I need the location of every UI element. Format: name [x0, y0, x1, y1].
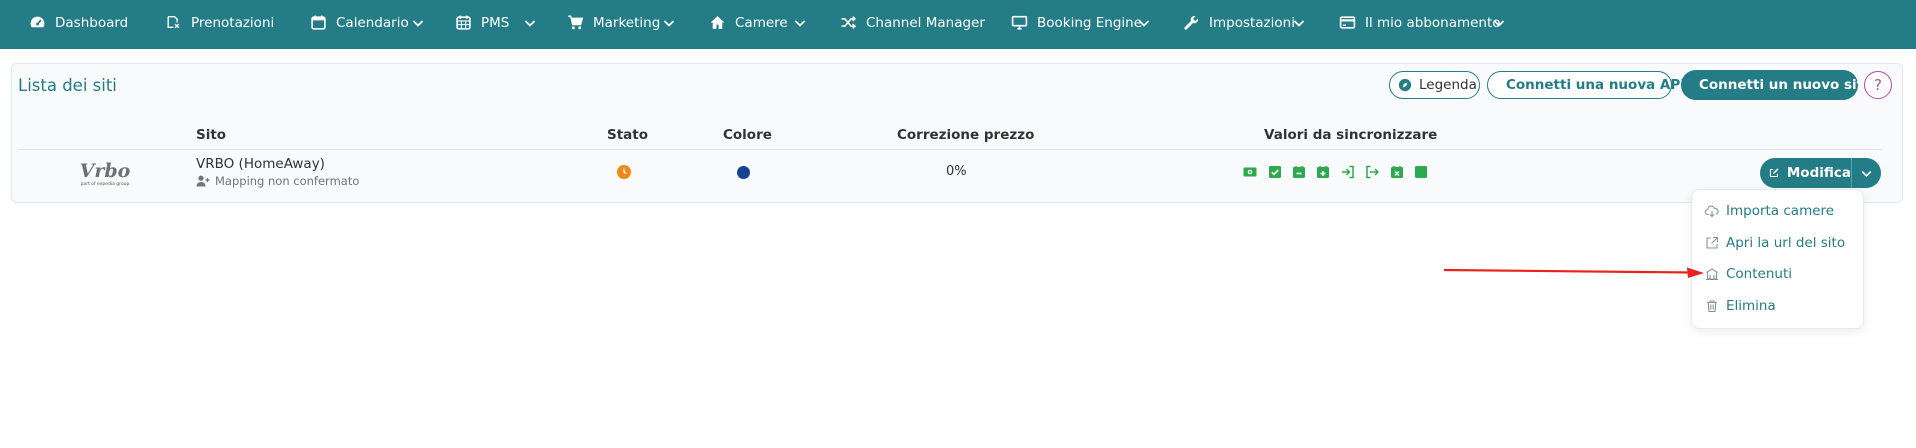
- vrbo-logo: Vrbo part of expedia group: [80, 160, 131, 187]
- cloud-download-icon: [1705, 205, 1719, 218]
- header-sito: Sito: [196, 127, 227, 143]
- menu-item-elimina[interactable]: Elimina: [1705, 298, 1776, 314]
- building-icon: [1706, 268, 1718, 281]
- nav-camere[interactable]: Camere: [709, 0, 806, 45]
- modifica-button[interactable]: Modifica: [1760, 158, 1851, 188]
- calendar-grid-icon: [456, 15, 471, 30]
- nav-dashboard[interactable]: Dashboard: [29, 0, 128, 45]
- legend-button[interactable]: Legenda: [1389, 71, 1480, 99]
- user-plus-icon: [196, 175, 210, 187]
- menu-item-apri-url[interactable]: Apri la url del sito: [1705, 235, 1845, 251]
- nav-impostazioni-label: Impostazioni: [1209, 14, 1295, 31]
- menu-item-label: Apri la url del sito: [1726, 235, 1846, 251]
- nav-abbonamento-label: Il mio abbonamento: [1365, 14, 1501, 31]
- connect-api-button[interactable]: Connetti una nuova API: [1487, 71, 1685, 99]
- chevron-down-icon[interactable]: [523, 0, 537, 45]
- trash-icon: [1707, 300, 1717, 313]
- menu-item-label: Importa camere: [1726, 203, 1835, 219]
- desktop-icon: [1011, 15, 1028, 30]
- nav-abbonamento[interactable]: Il mio abbonamento: [1339, 0, 1505, 45]
- price-icon[interactable]: [1243, 165, 1257, 179]
- divider: [18, 149, 1882, 150]
- nav-prenotazioni[interactable]: Prenotazioni: [165, 0, 274, 45]
- bookings-icon: [167, 15, 180, 29]
- nav-pms-label: PMS: [481, 14, 510, 31]
- header-stato: Stato: [607, 127, 649, 143]
- compass-icon: [1398, 78, 1412, 92]
- chevron-down-icon[interactable]: [1492, 0, 1506, 45]
- menu-item-importa-camere[interactable]: Importa camere: [1705, 203, 1834, 219]
- nav-dashboard-label: Dashboard: [55, 14, 129, 31]
- nav-prenotazioni-label: Prenotazioni: [191, 14, 275, 31]
- wrench-icon: [1184, 15, 1199, 30]
- chevron-down-icon[interactable]: [1137, 0, 1151, 45]
- nav-booking-engine[interactable]: Booking Engine: [1011, 0, 1150, 45]
- chevron-down-icon[interactable]: [411, 0, 425, 45]
- credit-card-icon: [1339, 16, 1356, 29]
- site-name: VRBO (HomeAway): [196, 156, 325, 172]
- page-title: Lista dei siti: [18, 76, 117, 95]
- help-button[interactable]: ?: [1864, 71, 1892, 99]
- header-valori: Valori da sincronizzare: [1264, 127, 1438, 143]
- top-navbar: Dashboard Prenotazioni Calendario PMS Ma…: [0, 0, 1916, 49]
- nav-channel-manager-label: Channel Manager: [866, 14, 985, 31]
- mapping-status-label: Mapping non confermato: [215, 174, 360, 188]
- connect-api-label: Connetti una nuova API: [1506, 77, 1686, 93]
- availability-check-icon[interactable]: [1268, 165, 1282, 179]
- dashboard-gauge-icon: [30, 16, 45, 28]
- edit-icon: [1769, 168, 1779, 178]
- chevron-down-icon[interactable]: [793, 0, 807, 45]
- nav-calendario-label: Calendario: [336, 14, 409, 31]
- nav-calendario[interactable]: Calendario: [310, 0, 424, 45]
- checkin-icon[interactable]: [1341, 165, 1355, 179]
- price-correction: 0%: [946, 164, 967, 179]
- calendar-x-icon[interactable]: [1390, 165, 1404, 179]
- home-icon: [710, 16, 725, 29]
- connect-site-button[interactable]: Connetti un nuovo sito: [1681, 70, 1872, 100]
- external-link-icon: [1706, 236, 1719, 249]
- menu-item-label: Contenuti: [1726, 266, 1792, 282]
- shuffle-icon: [841, 16, 857, 29]
- nav-impostazioni[interactable]: Impostazioni: [1183, 0, 1305, 45]
- nav-camere-label: Camere: [735, 14, 788, 31]
- checkout-icon[interactable]: [1365, 165, 1379, 179]
- nav-marketing-label: Marketing: [593, 14, 661, 31]
- modifica-label: Modifica: [1786, 165, 1851, 181]
- menu-item-contenuti[interactable]: Contenuti: [1705, 266, 1792, 282]
- nav-booking-engine-label: Booking Engine: [1037, 14, 1143, 31]
- dropdown-toggle[interactable]: [1852, 158, 1881, 188]
- logo-subtext: part of expedia group: [81, 181, 130, 187]
- chevron-down-icon[interactable]: [662, 0, 676, 45]
- help-label: ?: [1874, 76, 1882, 94]
- calendar-icon: [311, 15, 326, 30]
- nav-pms[interactable]: PMS: [455, 0, 536, 45]
- nav-channel-manager[interactable]: Channel Manager: [840, 0, 985, 45]
- chevron-down-icon[interactable]: [1292, 0, 1306, 45]
- mapping-status: Mapping non confermato: [196, 174, 359, 188]
- connect-site-label: Connetti un nuovo sito: [1699, 77, 1873, 93]
- color-dot: [737, 166, 750, 179]
- legend-button-label: Legenda: [1419, 77, 1477, 93]
- chevron-down-icon: [1861, 170, 1872, 177]
- header-colore: Colore: [723, 127, 772, 143]
- status-clock-icon: [617, 165, 631, 179]
- calendar-plus-icon[interactable]: [1316, 165, 1330, 179]
- calendar-minus-icon[interactable]: [1292, 165, 1306, 179]
- cart-icon: [568, 15, 584, 30]
- nav-marketing[interactable]: Marketing: [567, 0, 675, 45]
- menu-item-label: Elimina: [1726, 298, 1776, 314]
- header-correzione: Correzione prezzo: [897, 127, 1035, 143]
- red-arrow-annotation: [1443, 267, 1704, 278]
- modifica-split-button: Modifica: [1760, 158, 1881, 188]
- logo-text: Vrbo: [80, 160, 131, 182]
- square-icon[interactable]: [1414, 165, 1428, 179]
